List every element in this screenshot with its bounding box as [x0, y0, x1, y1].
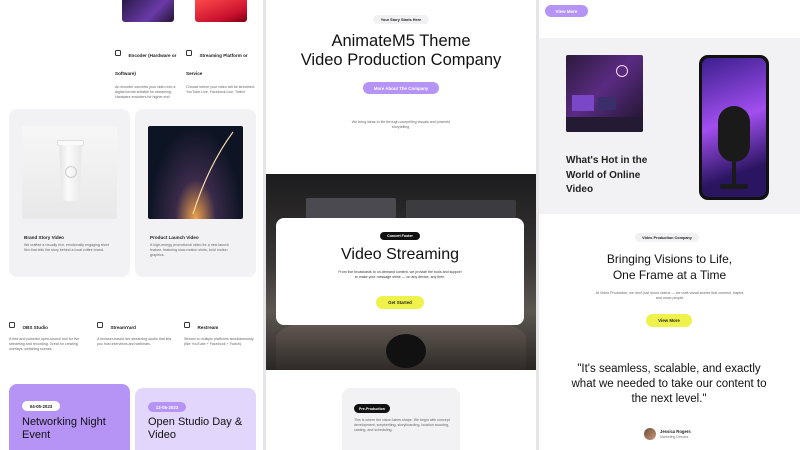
step-badge: Pre-Production: [354, 404, 390, 413]
chat-icon: [186, 49, 192, 56]
event-date-badge: 04-05-2023: [22, 401, 60, 411]
event-card[interactable]: 04-05-2023 Networking Night Event: [9, 384, 130, 450]
author-name: Jessica Rogers: [660, 429, 691, 434]
tool-title: OBS Studio: [22, 325, 48, 330]
feature-title: Encoder (Hardware or Software): [115, 53, 177, 76]
vision-desc: At Video Production, we don't just shoot…: [595, 291, 745, 300]
rocket-launch-image: [148, 126, 243, 219]
encoder-icon: [115, 49, 121, 56]
studio-thumbnail: [122, 0, 174, 22]
company-badge: Video Production Company: [635, 233, 699, 242]
portfolio-title[interactable]: Product Launch Video: [150, 235, 199, 240]
feature-title: Streaming Platform or Service: [186, 53, 248, 76]
feature-desc: Choose where your video will be streamed…: [186, 85, 255, 94]
portfolio-desc: A high-energy promotional video for a ne…: [150, 243, 229, 257]
portfolio-desc: We crafted a visually rich, emotionally …: [24, 243, 109, 252]
hot-title: What's Hot in the World of Online Video: [566, 155, 648, 195]
hero-desc: We bring ideas to life through compellin…: [351, 120, 451, 129]
coffee-cup-image: [22, 126, 117, 219]
feature-encoder: Encoder (Hardware or Software) An encode…: [115, 44, 183, 100]
feature-platform: Streaming Platform or Service Choose whe…: [186, 44, 258, 95]
event-title[interactable]: Networking Night Event: [22, 416, 122, 442]
middle-column: Your Story Starts Here AnimateM5 Theme V…: [266, 0, 536, 450]
streamyard-icon: [97, 321, 103, 328]
hero-title-line: AnimateM5 Theme: [331, 32, 471, 50]
tool-title: StreamYard: [110, 325, 136, 330]
step-desc: This is where the vision takes shape. We…: [354, 418, 450, 432]
hero-title-line: Video Production Company: [300, 51, 502, 69]
portfolio-card[interactable]: Brand Story Video We crafted a visually …: [9, 109, 130, 277]
author-avatar: [644, 428, 656, 440]
testimonial-quote: "It's seamless, scalable, and exactly wh…: [571, 363, 767, 405]
phone-mockup: [699, 55, 769, 200]
view-more-button[interactable]: View More: [545, 5, 588, 17]
streaming-card: Concert Footer Video Streaming From live…: [276, 218, 524, 325]
event-card[interactable]: 12-05-2023 Open Studio Day & Video: [135, 388, 256, 450]
tool-title: Restream: [197, 325, 219, 330]
feature-desc: An encoder converts your video into a di…: [115, 85, 176, 99]
left-column: Encoder (Hardware or Software) An encode…: [0, 0, 263, 450]
tool-desc: A free and powerful open-source tool for…: [9, 337, 80, 351]
portfolio-title[interactable]: Brand Story Video: [24, 235, 64, 240]
red-thumbnail: [195, 0, 247, 22]
tool-obs: OBS Studio A free and powerful open-sour…: [9, 316, 87, 352]
about-company-button[interactable]: More About The Company: [363, 82, 439, 94]
restream-icon: [184, 321, 190, 328]
vision-title-line: One Frame at a Time: [612, 268, 727, 282]
tool-desc: A browser-based live streaming studio th…: [97, 337, 172, 346]
tool-desc: Stream to multiple platforms simultaneou…: [184, 337, 254, 346]
hero-title: AnimateM5 Theme Video Production Company: [266, 32, 536, 70]
overlay-badge: Concert Footer: [380, 232, 420, 240]
author-role: Marketing Director: [660, 435, 689, 439]
event-title[interactable]: Open Studio Day & Video: [148, 416, 253, 442]
vision-title: Bringing Visions to Life, One Frame at a…: [539, 251, 800, 283]
portfolio-card[interactable]: Product Launch Video A high-energy promo…: [135, 109, 256, 277]
tool-streamyard: StreamYard A browser-based live streamin…: [97, 316, 175, 347]
overlay-title: Video Streaming: [341, 246, 459, 263]
studio-room-image: [566, 55, 643, 132]
right-column: View More What's Hot in the World of Onl…: [539, 0, 800, 450]
step-card: Pre-Production This is where the vision …: [342, 388, 460, 450]
vision-view-more-button[interactable]: View More: [646, 314, 692, 327]
get-started-button[interactable]: Get Started: [376, 296, 424, 309]
vision-title-line: Bringing Visions to Life,: [606, 252, 733, 266]
tool-restream: Restream Stream to multiple platforms si…: [184, 316, 258, 347]
eyebrow-badge: Your Story Starts Here: [373, 15, 429, 24]
hot-section: What's Hot in the World of Online Video: [539, 38, 800, 214]
obs-icon: [9, 321, 15, 328]
event-date-badge: 12-05-2023: [148, 402, 186, 412]
overlay-desc: From live broadcasts to on-demand conten…: [338, 270, 462, 279]
page-stage: Encoder (Hardware or Software) An encode…: [0, 0, 800, 450]
